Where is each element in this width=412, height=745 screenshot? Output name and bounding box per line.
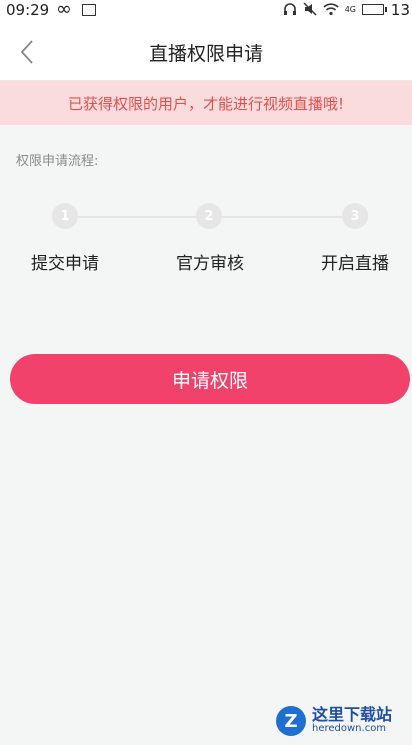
step-number-3: 3 xyxy=(342,203,368,229)
watermark-en: heredown.com xyxy=(312,723,387,735)
status-time: 09:29 xyxy=(6,1,50,19)
headphones-icon xyxy=(283,3,296,15)
image-icon xyxy=(82,4,96,16)
network-label: 4G xyxy=(344,4,356,14)
watermark-cn: 这里下载站 xyxy=(312,705,393,725)
nav-bar: 直播权限申请 xyxy=(0,24,412,81)
step-number-2: 2 xyxy=(196,203,222,229)
infinity-icon: ∞ xyxy=(56,0,72,20)
battery-icon xyxy=(362,3,387,15)
step-number-1: 1 xyxy=(52,203,78,229)
step-label-submit: 提交申请 xyxy=(31,254,99,274)
battery-level: 13 xyxy=(390,1,410,19)
notice-banner: 已获得权限的用户，才能进行视频直播哦! xyxy=(0,81,412,125)
apply-permission-button[interactable]: 申请权限 xyxy=(10,354,410,404)
watermark-z-icon: Z xyxy=(276,706,306,736)
step-connector xyxy=(222,216,342,218)
step-connector xyxy=(76,216,196,218)
step-label-start-live: 开启直播 xyxy=(321,254,389,274)
status-bar: 09:29 ∞ 4G 13 xyxy=(0,0,412,24)
wifi-icon xyxy=(323,3,339,16)
notice-text: 已获得权限的用户，才能进行视频直播哦! xyxy=(67,94,344,113)
status-icons: 4G xyxy=(283,2,387,16)
mute-icon xyxy=(303,2,317,16)
step-label-review: 官方审核 xyxy=(176,254,244,274)
process-title: 权限申请流程: xyxy=(16,154,99,169)
page-title: 直播权限申请 xyxy=(148,43,263,65)
watermark-logo: Z 这里下载站 heredown.com xyxy=(276,703,406,739)
